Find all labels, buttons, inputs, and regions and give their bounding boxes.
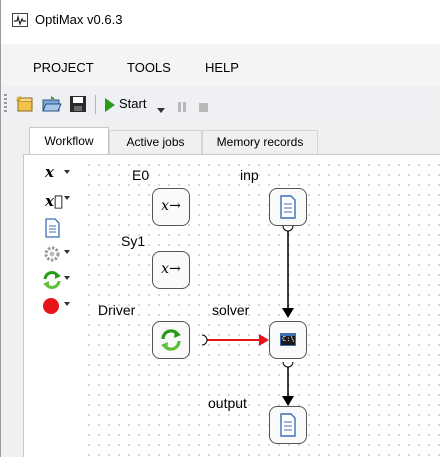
stop-icon [43, 298, 59, 314]
tab-workflow[interactable]: Workflow [29, 127, 109, 155]
tab-memory-records[interactable]: Memory records [202, 130, 318, 154]
file-icon [280, 195, 296, 219]
vector-variable-tool[interactable]: x⃗ [35, 188, 73, 212]
chevron-down-icon [64, 276, 70, 280]
file-tool[interactable] [35, 216, 73, 240]
console-icon: C:\ [280, 333, 296, 346]
gear-tool[interactable] [35, 242, 73, 266]
tab-active-jobs[interactable]: Active jobs [109, 130, 202, 154]
chevron-down-icon [64, 250, 70, 254]
start-button-label[interactable]: Start [119, 96, 146, 111]
stop-run-icon[interactable] [199, 99, 209, 117]
stop-tool[interactable] [35, 294, 73, 318]
node-label-output: output [208, 395, 247, 411]
save-icon[interactable] [69, 95, 87, 113]
pause-icon[interactable] [177, 98, 187, 116]
toolbar-separator [95, 95, 96, 114]
scalar-variable-icon: x [45, 163, 54, 181]
file-icon [45, 218, 60, 238]
loop-icon [43, 271, 61, 289]
app-window: OptiMax v0.6.3 PROJECT TOOLS HELP Start … [0, 0, 440, 457]
menu-project[interactable]: PROJECT [33, 60, 94, 75]
node-e0[interactable]: x→ [152, 188, 190, 226]
node-label-inp: inp [240, 167, 259, 183]
node-label-solver: solver [212, 302, 250, 318]
waveform-icon [14, 14, 26, 26]
node-inp[interactable] [269, 188, 307, 226]
gear-icon [44, 246, 60, 262]
toolbar-grip[interactable] [4, 94, 7, 114]
loop-tool[interactable] [35, 268, 73, 292]
node-palette: x x⃗ [35, 160, 73, 457]
vector-variable-icon: x⃗ [45, 192, 63, 210]
title-bar: OptiMax v0.6.3 [1, 0, 440, 44]
node-driver[interactable] [152, 321, 190, 359]
variable-icon: x→ [161, 261, 181, 277]
scalar-variable-tool[interactable]: x [35, 162, 73, 186]
chevron-down-icon [64, 302, 70, 306]
window-title: OptiMax v0.6.3 [35, 12, 123, 27]
variable-icon: x→ [161, 198, 181, 214]
chevron-down-icon[interactable] [157, 102, 165, 120]
app-icon [12, 13, 28, 27]
chevron-down-icon [64, 196, 70, 200]
menu-tools[interactable]: TOOLS [127, 60, 171, 75]
menu-help[interactable]: HELP [205, 60, 239, 75]
open-project-icon[interactable] [41, 95, 63, 113]
node-label-e0: E0 [132, 167, 150, 183]
node-label-sy1: Sy1 [121, 233, 146, 249]
new-project-icon[interactable] [15, 95, 35, 113]
node-output[interactable] [269, 406, 307, 444]
file-icon [280, 413, 296, 437]
console-prompt-text: C:\ [282, 335, 295, 343]
node-sy1[interactable]: x→ [152, 251, 190, 289]
start-icon[interactable] [104, 96, 116, 114]
toolbar: Start [1, 86, 440, 124]
node-solver[interactable]: C:\ [269, 321, 307, 359]
node-label-driver: Driver [98, 302, 136, 318]
chevron-down-icon [64, 170, 70, 174]
menu-bar: PROJECT TOOLS HELP [1, 44, 440, 86]
workflow-canvas[interactable] [84, 160, 440, 457]
loop-icon [161, 329, 181, 351]
